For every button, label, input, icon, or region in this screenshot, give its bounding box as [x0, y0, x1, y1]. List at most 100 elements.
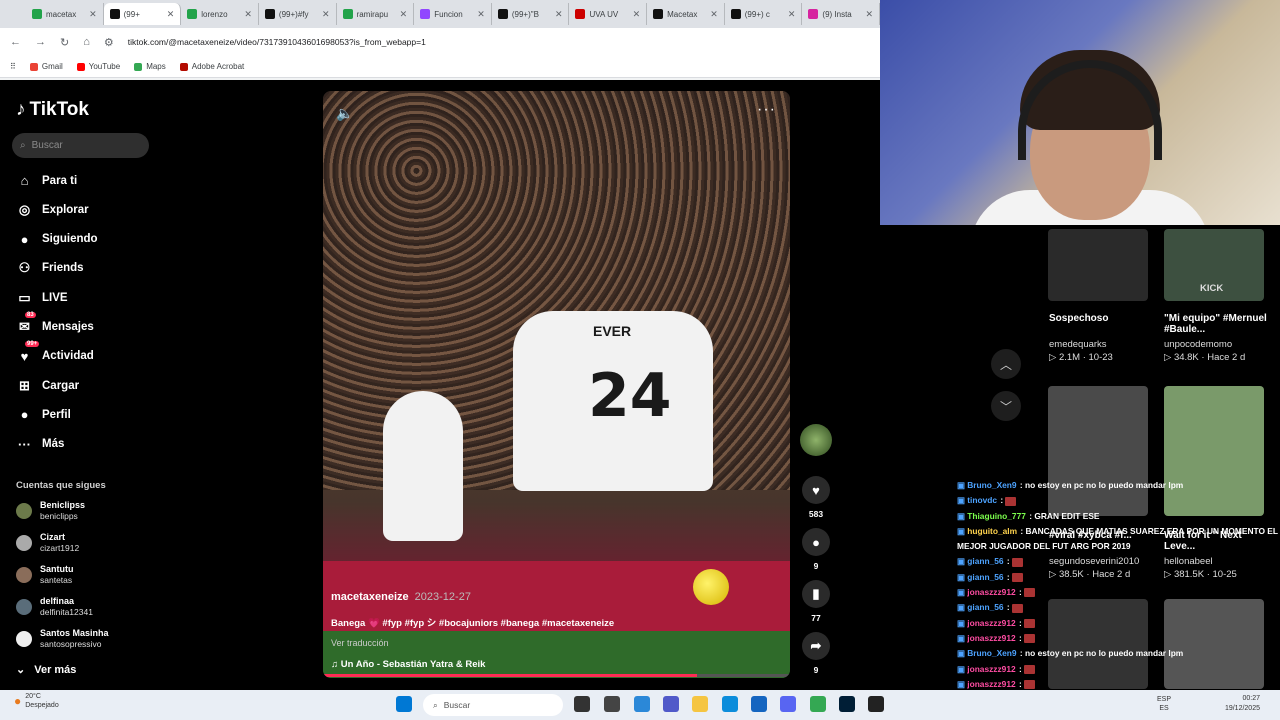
chat-username[interactable]: Bruno_Xen9 [967, 480, 1016, 490]
file-explorer-icon[interactable] [692, 696, 708, 712]
chat-username[interactable]: jonaszzz912 [967, 618, 1015, 628]
reload-icon[interactable]: ↻ [60, 36, 69, 49]
copilot-icon[interactable] [634, 696, 650, 712]
see-more-button[interactable]: ⌄ Ver más [16, 663, 76, 677]
chat-username[interactable]: giann_56 [967, 572, 1003, 582]
nav-item[interactable]: ··· Más [16, 436, 64, 453]
obs-icon[interactable] [868, 696, 884, 712]
chat-username[interactable]: jonaszzz912 [967, 664, 1015, 674]
chat-username[interactable]: jonaszzz912 [967, 587, 1015, 597]
video-author[interactable]: macetaxeneize 2023-12-27 [331, 591, 771, 603]
followed-account[interactable]: delfinaa delfinita12341 [16, 596, 93, 618]
browser-tab[interactable]: Macetax ✕ [647, 3, 725, 25]
close-icon[interactable]: ✕ [244, 9, 252, 20]
action-comment-button[interactable]: ● 9 [799, 528, 833, 571]
close-icon[interactable]: ✕ [89, 9, 97, 20]
nav-item[interactable]: ✉ 83 Mensajes [16, 311, 94, 336]
recommendation-title[interactable]: Sospechoso [1049, 313, 1157, 324]
bookmark[interactable]: Adobe Acrobat [179, 62, 244, 71]
recommendation-author[interactable]: emedequarks [1049, 339, 1107, 350]
widgets-icon[interactable] [604, 696, 620, 712]
close-icon[interactable]: ✕ [866, 9, 874, 20]
video-thumbnail[interactable] [1048, 229, 1148, 301]
bookmark[interactable]: Gmail [29, 62, 63, 71]
nav-item[interactable]: ● Siguiendo [16, 231, 98, 248]
language-indicator[interactable]: ESP ES [1157, 695, 1171, 713]
close-icon[interactable]: ✕ [555, 9, 563, 20]
more-options-icon[interactable]: ··· [757, 101, 776, 119]
home-icon[interactable]: ⌂ [83, 36, 90, 48]
chat-username[interactable]: Thiaguino_777 [967, 511, 1026, 521]
chat-username[interactable]: giann_56 [967, 602, 1003, 612]
chat-username[interactable]: jonaszzz912 [967, 633, 1015, 643]
bookmark[interactable]: Maps [134, 62, 166, 71]
browser-tab[interactable]: (9) Insta ✕ [802, 3, 880, 25]
browser-tab[interactable]: (99+)#fy ✕ [259, 3, 337, 25]
forward-icon[interactable]: → [35, 36, 46, 48]
creator-avatar[interactable] [800, 424, 832, 456]
action-bookmark-button[interactable]: ▮ 77 [799, 580, 833, 623]
nav-item[interactable]: ⌂ Para ti [16, 172, 78, 189]
followed-account[interactable]: Cizart cizart1912 [16, 532, 79, 554]
nav-item[interactable]: ● Perfil [16, 406, 71, 423]
taskbar-search[interactable]: ⌕ Buscar [423, 694, 563, 716]
close-icon[interactable]: ✕ [322, 9, 330, 20]
profile-icon: ● [20, 407, 29, 423]
site-info-icon[interactable]: ⚙ [104, 36, 114, 49]
teams-icon[interactable] [663, 696, 679, 712]
photoshop-icon[interactable] [839, 696, 855, 712]
nav-item[interactable]: ▭ LIVE [16, 289, 67, 306]
close-icon[interactable]: ✕ [477, 9, 485, 20]
browser-tab[interactable]: ramirapu ✕ [337, 3, 415, 25]
chat-username[interactable]: huguito_alm [967, 526, 1017, 536]
close-icon[interactable]: ✕ [633, 9, 641, 20]
close-icon[interactable]: ✕ [788, 9, 796, 20]
translate-link[interactable]: Ver traducción [331, 638, 771, 648]
browser-tab[interactable]: Funcion ✕ [414, 3, 492, 25]
close-icon[interactable]: ✕ [167, 9, 175, 20]
weather-widget[interactable]: ● 20°C Despejado [14, 692, 59, 710]
chat-username[interactable]: jonaszzz912 [967, 679, 1015, 689]
music-link[interactable]: ♫ Un Año - Sebastián Yatra & Reik [331, 659, 771, 670]
video-player[interactable]: EVER 24 🔈 ··· macetaxeneize 2023-12-27 Ba… [323, 91, 790, 678]
windows-start-icon[interactable] [396, 696, 412, 712]
nav-item[interactable]: ⚇ Friends [16, 260, 84, 277]
chrome-icon[interactable] [810, 696, 826, 712]
discord-icon[interactable] [780, 696, 796, 712]
bookmark[interactable]: YouTube [76, 62, 120, 71]
video-progress-bar[interactable] [323, 674, 790, 677]
browser-tab[interactable]: (99+ ✕ [103, 3, 182, 25]
search-input[interactable]: ⌕ Buscar [12, 133, 149, 158]
browser-tab[interactable]: macetax ✕ [26, 3, 104, 25]
browser-tab[interactable]: (99+)"B ✕ [492, 3, 570, 25]
store-icon[interactable] [751, 696, 767, 712]
chat-username[interactable]: Bruno_Xen9 [967, 648, 1016, 658]
browser-tab[interactable]: UVA UV ✕ [569, 3, 648, 25]
action-like-button[interactable]: ♥ 583 [799, 476, 833, 519]
followed-account[interactable]: Santos Masinha santosopressivo [16, 628, 109, 650]
close-icon[interactable]: ✕ [710, 9, 718, 20]
system-clock[interactable]: 00:27 19/12/2025 [1225, 694, 1260, 714]
task-view-icon[interactable] [574, 696, 590, 712]
close-icon[interactable]: ✕ [400, 9, 408, 20]
followed-account[interactable]: Santutu santetas [16, 564, 74, 586]
chat-username[interactable]: giann_56 [967, 556, 1003, 566]
action-share-button[interactable]: ➦ 9 [799, 632, 833, 675]
browser-tab[interactable]: lorenzo ✕ [181, 3, 259, 25]
recommendation-author[interactable]: unpocodemomo [1164, 339, 1232, 350]
recommendation-title[interactable]: "Mi equipo" #Mernuel #Baule... [1164, 313, 1272, 335]
previous-video-button[interactable]: ︿ [991, 349, 1021, 379]
volume-icon[interactable]: 🔈 [336, 105, 353, 122]
nav-item[interactable]: ◎ Explorar [16, 201, 89, 218]
tiktok-logo[interactable]: ♪ TikTok [16, 99, 89, 121]
apps-icon[interactable]: ⠿ [10, 62, 16, 71]
browser-tab[interactable]: (99+) c ✕ [725, 3, 803, 25]
edge-icon[interactable] [722, 696, 738, 712]
chat-username[interactable]: tinovdc [967, 495, 997, 505]
followed-account[interactable]: Beniclipss beniclipps [16, 500, 85, 522]
nav-item[interactable]: ♥ 99+ Actividad [16, 340, 94, 365]
nav-item[interactable]: ⊞ Cargar [16, 377, 79, 394]
back-icon[interactable]: ← [10, 36, 21, 48]
next-video-button[interactable]: ﹀ [991, 391, 1021, 421]
url-field[interactable]: tiktok.com/@macetaxeneize/video/73173910… [128, 37, 426, 47]
